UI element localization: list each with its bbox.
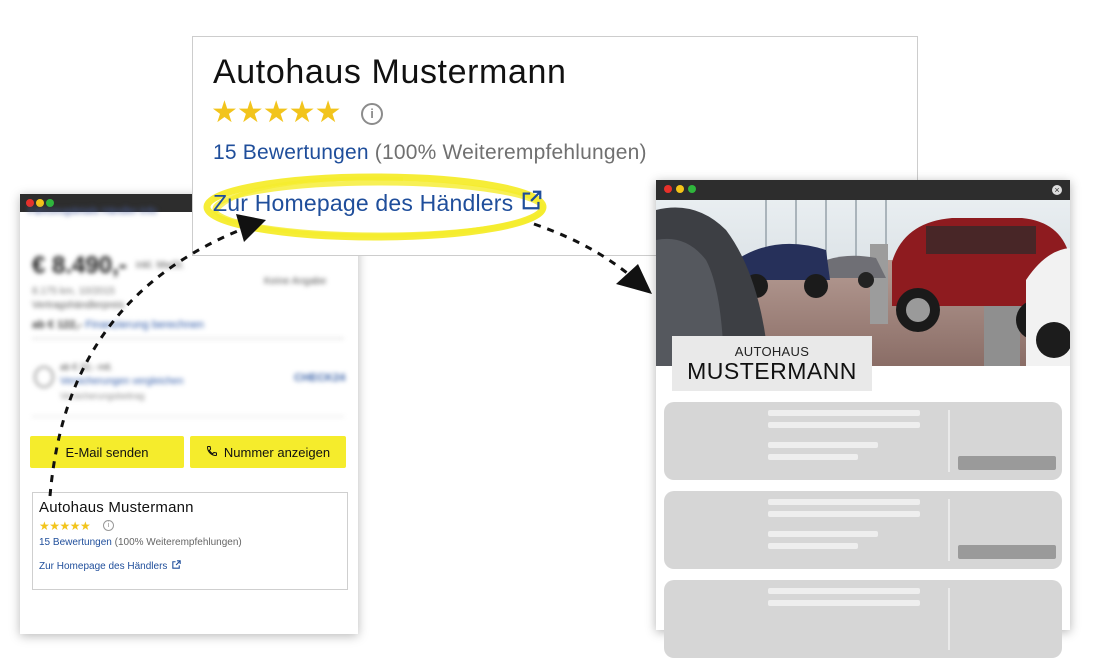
- insurance-link[interactable]: Versicherungen vergleichen: [60, 376, 183, 387]
- dealer-name: Autohaus Mustermann: [39, 499, 194, 516]
- placeholder-listing-card[interactable]: [664, 491, 1062, 569]
- show-number-label: Nummer anzeigen: [223, 444, 331, 460]
- close-icon[interactable]: ×: [1052, 185, 1062, 195]
- shield-icon: [34, 366, 54, 388]
- info-icon[interactable]: i: [103, 520, 114, 531]
- window-close-dot[interactable]: [664, 185, 672, 193]
- show-number-button[interactable]: Nummer anzeigen: [190, 436, 346, 468]
- placeholder-button[interactable]: [958, 545, 1056, 559]
- divider: [948, 499, 950, 561]
- logo-big-text: MUSTERMANN: [687, 358, 857, 384]
- info-icon[interactable]: i: [361, 103, 383, 125]
- financing-line: ab € 122,- Finanzierung berechnen: [32, 319, 204, 331]
- financing-link[interactable]: Finanzierung berechnen: [85, 319, 204, 331]
- price-note: inkl. MwSt.: [136, 260, 185, 271]
- placeholder-line: [768, 422, 920, 428]
- placeholder-listing-card[interactable]: [664, 402, 1062, 480]
- listing-window: Fahrzeugdetails Händler-Info € 8.490,- i…: [20, 194, 358, 634]
- send-email-label: E-Mail senden: [65, 444, 149, 460]
- placeholder-line: [768, 410, 920, 416]
- insurance-brand-logo: CHECK24: [294, 372, 346, 384]
- placeholder-line: [768, 511, 920, 517]
- placeholder-line: [768, 531, 878, 537]
- insurance-price: ab € 22,- mtl.: [60, 362, 113, 372]
- recommendation-rate: (100% Weiterempfehlungen): [114, 537, 242, 548]
- external-link-icon: [171, 559, 182, 573]
- breadcrumb[interactable]: Fahrzeugdetails Händler-Info: [28, 206, 157, 217]
- dealer-homepage-link[interactable]: Zur Homepage des Händlers: [39, 559, 182, 573]
- placeholder-line: [768, 499, 920, 505]
- placeholder-line: [768, 543, 858, 549]
- star-rating: ★★★★★: [39, 519, 91, 533]
- placeholder-line: [768, 588, 920, 594]
- dealer-homepage-label: Zur Homepage des Händlers: [213, 189, 514, 216]
- vehicle-price: € 8.490,-: [32, 252, 127, 279]
- placeholder-line: [768, 454, 858, 460]
- financing-rate: ab € 122,-: [32, 319, 83, 331]
- star-rating: ★★★★★: [211, 96, 341, 129]
- logo-small-text: AUTOHAUS: [734, 344, 810, 359]
- dealer-homepage-label: Zur Homepage des Händlers: [39, 560, 168, 572]
- placeholder-line: [768, 442, 878, 448]
- dealer-homepage-link[interactable]: Zur Homepage des Händlers: [213, 189, 543, 217]
- placeholder-listing-card[interactable]: [664, 580, 1062, 658]
- placeholder-line: [768, 600, 920, 606]
- dealer-name: Autohaus Mustermann: [213, 53, 567, 91]
- divider: [948, 588, 950, 650]
- divider: [32, 416, 344, 417]
- divider: [32, 338, 344, 339]
- price-type-line: Vertragshändlerpreis: [32, 300, 125, 311]
- reviews-link[interactable]: 15 Bewertungen: [213, 141, 369, 164]
- reviews-line: 15 Bewertungen (100% Weiterempfehlungen): [213, 141, 647, 165]
- window-maximize-dot[interactable]: [688, 185, 696, 193]
- divider: [948, 410, 950, 472]
- price-rating-note: Keine Angabe: [264, 276, 327, 287]
- window-minimize-dot[interactable]: [676, 185, 684, 193]
- external-link-icon: [521, 189, 543, 217]
- recommendation-rate: (100% Weiterempfehlungen): [374, 141, 647, 164]
- send-email-button[interactable]: E-Mail senden: [30, 436, 184, 468]
- window-titlebar: ×: [656, 180, 1070, 200]
- dealer-info-box: Autohaus Mustermann ★★★★★ i 15 Bewertung…: [32, 492, 348, 590]
- placeholder-button[interactable]: [958, 456, 1056, 470]
- reviews-line: 15 Bewertungen (100% Weiterempfehlungen): [39, 537, 242, 548]
- phone-icon: [206, 445, 218, 460]
- reviews-link[interactable]: 15 Bewertungen: [39, 537, 112, 548]
- insurance-note: Versicherungsbeitrag: [60, 391, 145, 401]
- dealer-logo: AUTOHAUS MUSTERMANN: [672, 336, 872, 391]
- vehicle-details-line: 8.175 km, 10/2015: [32, 286, 115, 297]
- dealer-website-window: × AUTOHAUS MUSTERMANN: [656, 180, 1070, 658]
